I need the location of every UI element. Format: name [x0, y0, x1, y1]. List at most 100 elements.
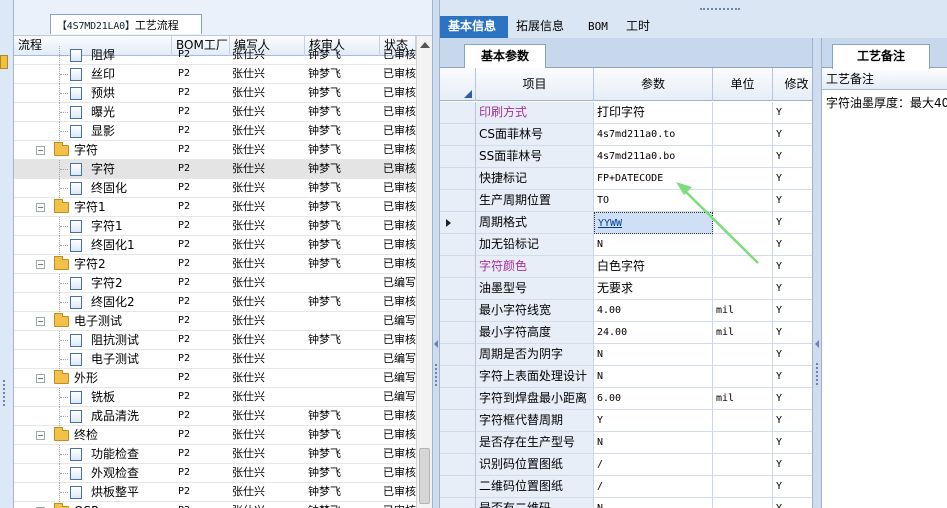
tree-step-row[interactable]: 字符 P2 张仕兴 钟梦飞 已审核	[14, 160, 416, 179]
tree-step-row[interactable]: 丝印 P2 张仕兴 钟梦飞 已审核	[14, 65, 416, 84]
tree-step-row[interactable]: 阻焊 P2 张仕兴 钟梦飞 已审核	[14, 46, 416, 65]
tree-step-row[interactable]: 阻抗测试 P2 张仕兴 钟梦飞 已审核	[14, 331, 416, 350]
tab-work-hours[interactable]: 工时	[618, 16, 662, 38]
tab-extended-info[interactable]: 拓展信息	[508, 16, 576, 38]
parameter-row[interactable]: 加无铅标记 N Y	[440, 234, 821, 256]
row-selector[interactable]	[440, 146, 476, 168]
tree-step-row[interactable]: 铣板 P2 张仕兴 已编写	[14, 388, 416, 407]
parameter-row[interactable]: 最小字符线宽 4.00 mil Y	[440, 300, 821, 322]
note-splitter[interactable]	[812, 38, 822, 508]
tree-folder-row[interactable]: − 终检 P2 张仕兴 钟梦飞 已审核	[14, 426, 416, 445]
row-selector[interactable]	[440, 278, 476, 300]
col-header-unit[interactable]: 单位	[713, 68, 773, 101]
tab-bom[interactable]: BOM	[580, 16, 620, 38]
tree-scrollbar[interactable]	[416, 36, 432, 508]
row-selector[interactable]	[440, 190, 476, 212]
scroll-thumb[interactable]	[419, 448, 430, 504]
tree-step-row[interactable]: 外观检查 P2 张仕兴 钟梦飞 已审核	[14, 464, 416, 483]
parameter-row[interactable]: 字符到焊盘最小距离 6.00 mil Y	[440, 388, 821, 410]
row-selector[interactable]	[440, 124, 476, 146]
param-value-cell[interactable]: 白色字符	[594, 256, 713, 278]
tree-step-row[interactable]: 电子测试 P2 张仕兴 已编写	[14, 350, 416, 369]
parameter-row[interactable]: CS面菲林号 4s7md211a0.to Y	[440, 124, 821, 146]
parameter-row[interactable]: 最小字符高度 24.00 mil Y	[440, 322, 821, 344]
tab-process-note[interactable]: 工艺备注	[832, 44, 930, 69]
parameter-row[interactable]: 快捷标记 FP+DATECODE Y	[440, 168, 821, 190]
param-value-cell[interactable]: N	[594, 432, 713, 454]
parameter-row[interactable]: 二维码位置图纸 / Y	[440, 476, 821, 498]
param-value-cell[interactable]: Y	[594, 410, 713, 432]
param-value-cell[interactable]: N	[594, 344, 713, 366]
collapse-toggle-icon[interactable]: −	[36, 203, 45, 212]
scroll-up-arrow-icon[interactable]	[420, 42, 430, 48]
tree-folder-row[interactable]: − 外形 P2 张仕兴 已编写	[14, 369, 416, 388]
col-header-param[interactable]: 参数	[594, 68, 713, 101]
param-value-cell[interactable]: /	[594, 476, 713, 498]
top-grip-icon[interactable]	[700, 8, 740, 12]
tree-step-row[interactable]: 预烘 P2 张仕兴 钟梦飞 已审核	[14, 84, 416, 103]
parameter-row[interactable]: 识别码位置图纸 / Y	[440, 454, 821, 476]
tree-folder-row[interactable]: − 字符1 P2 张仕兴 钟梦飞 已审核	[14, 198, 416, 217]
collapse-toggle-icon[interactable]: −	[36, 317, 45, 326]
param-value-cell[interactable]: 4s7md211a0.to	[594, 124, 713, 146]
parameter-row[interactable]: 印刷方式 打印字符 Y	[440, 102, 821, 124]
row-selector[interactable]	[440, 344, 476, 366]
parameter-row[interactable]: 字符框代替周期 Y Y	[440, 410, 821, 432]
param-value-cell[interactable]: 24.00	[594, 322, 713, 344]
parameter-row[interactable]: SS面菲林号 4s7md211a0.bo Y	[440, 146, 821, 168]
row-selector[interactable]	[440, 454, 476, 476]
tree-step-row[interactable]: 字符1 P2 张仕兴 钟梦飞 已审核	[14, 217, 416, 236]
param-value-cell[interactable]: N	[594, 366, 713, 388]
param-value-cell[interactable]: 4s7md211a0.bo	[594, 146, 713, 168]
current-row-indicator-icon[interactable]	[440, 212, 476, 234]
note-text[interactable]: 字符油墨厚度：最大40	[826, 94, 947, 111]
row-selector[interactable]	[440, 498, 476, 508]
tree-folder-row[interactable]: − 字符2 P2 张仕兴 钟梦飞 已审核	[14, 255, 416, 274]
row-selector[interactable]	[440, 168, 476, 190]
tree-folder-row[interactable]: − 字符 P2 张仕兴 钟梦飞 已审核	[14, 141, 416, 160]
row-selector[interactable]	[440, 234, 476, 256]
row-selector[interactable]	[440, 322, 476, 344]
parameter-row[interactable]: 生产周期位置 TO Y	[440, 190, 821, 212]
collapse-toggle-icon[interactable]: −	[36, 146, 45, 155]
tab-process-flow[interactable]: 【4S7MD21LA0】工艺流程	[50, 14, 202, 34]
collapse-toggle-icon[interactable]: −	[36, 374, 45, 383]
tab-basic-params[interactable]: 基本参数	[464, 44, 546, 69]
tree-step-row[interactable]: 显影 P2 张仕兴 钟梦飞 已审核	[14, 122, 416, 141]
param-value-cell[interactable]: 打印字符	[594, 102, 713, 124]
param-value-cell[interactable]: YYWW	[594, 212, 713, 234]
collapse-toggle-icon[interactable]: −	[36, 431, 45, 440]
tab-basic-info[interactable]: 基本信息	[440, 16, 508, 38]
param-value-cell[interactable]: 6.00	[594, 388, 713, 410]
param-value-cell[interactable]: /	[594, 454, 713, 476]
param-value-cell[interactable]: 4.00	[594, 300, 713, 322]
row-selector[interactable]	[440, 432, 476, 454]
collapse-toggle-icon[interactable]: −	[36, 260, 45, 269]
row-selector[interactable]	[440, 410, 476, 432]
tree-step-row[interactable]: 功能检查 P2 张仕兴 钟梦飞 已审核	[14, 445, 416, 464]
param-value-cell[interactable]: FP+DATECODE	[594, 168, 713, 190]
col-header-item[interactable]: 项目	[476, 68, 594, 101]
row-selector[interactable]	[440, 388, 476, 410]
parameter-row[interactable]: 周期格式 YYWW Y	[440, 212, 821, 234]
row-selector[interactable]	[440, 366, 476, 388]
tree-step-row[interactable]: 曝光 P2 张仕兴 钟梦飞 已审核	[14, 103, 416, 122]
parameter-row[interactable]: 油墨型号 无要求 Y	[440, 278, 821, 300]
parameter-grid[interactable]: 项目 参数 单位 修改 印刷方式 打印字符 Y CS面菲林号 4s7md211a0.to…	[440, 68, 821, 508]
param-value-cell[interactable]: N	[594, 498, 713, 508]
row-selector[interactable]	[440, 300, 476, 322]
dock-grip-icon[interactable]	[3, 380, 7, 406]
row-selector[interactable]	[440, 476, 476, 498]
parameter-row[interactable]: 是否有二维码NY	[440, 498, 821, 508]
tree-folder-row[interactable]: − 电子测试 P2 张仕兴 已编写	[14, 312, 416, 331]
parameter-row[interactable]: 是否存在生产型号 N Y	[440, 432, 821, 454]
parameter-row[interactable]: 字符上表面处理设计 N Y	[440, 366, 821, 388]
row-selector[interactable]	[440, 256, 476, 278]
tree-step-row[interactable]: 成品清洗 P2 张仕兴 钟梦飞 已审核	[14, 407, 416, 426]
param-value-cell[interactable]: N	[594, 234, 713, 256]
tree-step-row[interactable]: 字符2 P2 张仕兴 已编写	[14, 274, 416, 293]
tree-step-row[interactable]: 烘板整平 P2 张仕兴 钟梦飞 已审核	[14, 483, 416, 502]
collapse-left-arrow-icon[interactable]	[434, 340, 438, 348]
parameter-row[interactable]: 字符颜色 白色字符 Y	[440, 256, 821, 278]
tree-step-row[interactable]: 终固化1 P2 张仕兴 钟梦飞 已审核	[14, 236, 416, 255]
